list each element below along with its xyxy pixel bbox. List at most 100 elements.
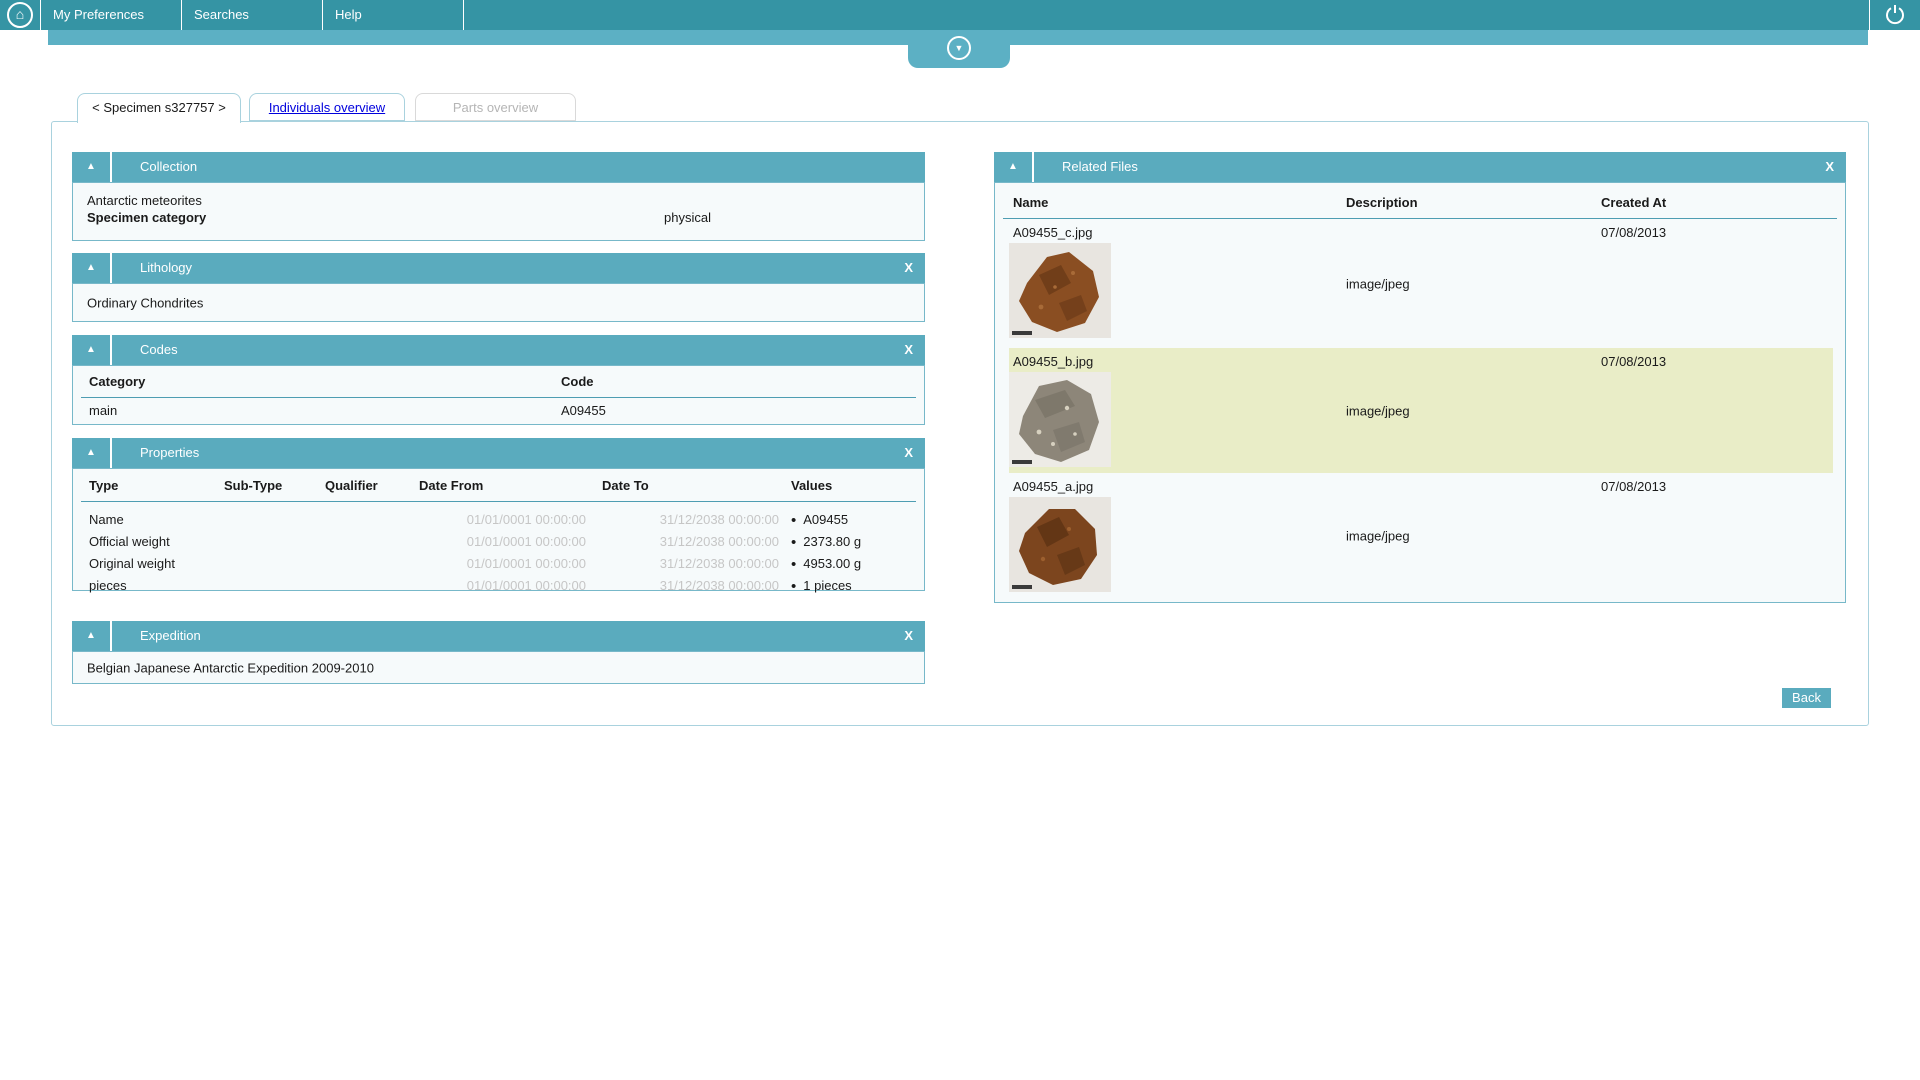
properties-column-subtype: Sub-Type [224, 478, 282, 493]
related-files-table-header: Name Description Created At [1009, 183, 1831, 219]
collection-name: Antarctic meteorites [87, 192, 924, 209]
collapse-properties-button[interactable]: ▲ [72, 438, 112, 468]
meteorite-photo-thumbnail[interactable] [1009, 497, 1111, 592]
properties-column-qualifier: Qualifier [325, 478, 378, 493]
property-type: Name [89, 509, 124, 531]
menu-collapse-tab[interactable]: ▼ [908, 30, 1010, 68]
property-date-to: 31/12/2038 00:00:00 [602, 553, 779, 575]
collapse-icon: ▲ [86, 447, 96, 458]
property-row: Original weight 01/01/0001 00:00:00 31/1… [73, 553, 924, 575]
properties-column-type: Type [89, 478, 118, 493]
related-file-row[interactable]: A09455_c.jpg 07/08/2013 image/jpeg [1009, 219, 1833, 348]
close-icon: X [904, 628, 913, 643]
specimen-category-value: physical [664, 209, 711, 226]
file-created-at: 07/08/2013 [1601, 479, 1666, 494]
lithology-panel-title: Lithology [140, 253, 192, 283]
bullet-icon: • [791, 578, 796, 595]
code-value: A09455 [561, 403, 606, 418]
property-date-to: 31/12/2038 00:00:00 [602, 509, 779, 531]
tab-specimen[interactable]: < Specimen s327757 > [77, 93, 241, 123]
close-icon: X [904, 445, 913, 460]
codes-panel-header: ▲ Codes X [72, 335, 925, 365]
tab-individuals-overview[interactable]: Individuals overview [249, 93, 405, 121]
collapse-codes-button[interactable]: ▲ [72, 335, 112, 365]
collapse-collection-button[interactable]: ▲ [72, 152, 112, 182]
property-row: Name 01/01/0001 00:00:00 31/12/2038 00:0… [73, 509, 924, 531]
bullet-icon: • [791, 512, 796, 529]
property-row: Official weight 01/01/0001 00:00:00 31/1… [73, 531, 924, 553]
file-name: A09455_c.jpg [1013, 225, 1093, 240]
expedition-panel-title: Expedition [140, 621, 201, 651]
file-description: image/jpeg [1346, 403, 1410, 418]
table-header-rule [81, 501, 916, 502]
tab-label: Individuals overview [269, 100, 385, 115]
column-description: Description [1346, 195, 1418, 210]
close-properties-button[interactable]: X [904, 438, 913, 468]
related-file-row[interactable]: A09455_a.jpg 07/08/2013 image/jpeg [1009, 473, 1833, 598]
menu-item-searches[interactable]: Searches [182, 0, 323, 30]
codes-column-category: Category [89, 374, 145, 389]
lithology-panel-header: ▲ Lithology X [72, 253, 925, 283]
property-date-from: 01/01/0001 00:00:00 [419, 575, 586, 597]
logout-power-button[interactable] [1869, 0, 1920, 30]
related-files-panel-body: Name Description Created At A09455_c.jpg… [994, 182, 1846, 603]
properties-panel-body: Type Sub-Type Qualifier Date From Date T… [72, 468, 925, 591]
navbar-menu: My Preferences Searches Help [40, 0, 464, 30]
meteorite-photo-thumbnail[interactable] [1009, 372, 1111, 467]
close-lithology-button[interactable]: X [904, 253, 913, 283]
expedition-panel-header: ▲ Expedition X [72, 621, 925, 651]
menu-item-help[interactable]: Help [323, 0, 464, 30]
property-row: pieces 01/01/0001 00:00:00 31/12/2038 00… [73, 575, 924, 597]
file-created-at: 07/08/2013 [1601, 225, 1666, 240]
related-files-panel-header: ▲ Related Files X [994, 152, 1846, 182]
property-type: pieces [89, 575, 127, 597]
collapse-related-files-button[interactable]: ▲ [994, 152, 1034, 182]
close-related-files-button[interactable]: X [1825, 152, 1834, 182]
collection-panel-title: Collection [140, 152, 197, 182]
collapse-expedition-button[interactable]: ▲ [72, 621, 112, 651]
menu-label: My Preferences [53, 7, 144, 22]
close-expedition-button[interactable]: X [904, 621, 913, 651]
expedition-value: Belgian Japanese Antarctic Expedition 20… [87, 660, 374, 675]
collapse-lithology-button[interactable]: ▲ [72, 253, 112, 283]
file-name: A09455_a.jpg [1013, 479, 1093, 494]
properties-panel-title: Properties [140, 438, 199, 468]
close-icon: X [904, 260, 913, 275]
back-button[interactable]: Back [1782, 688, 1831, 708]
close-icon: X [1825, 159, 1834, 174]
collection-panel-body: Antarctic meteorites Specimen category p… [72, 182, 925, 241]
property-value: •A09455 [791, 509, 848, 532]
power-icon [1884, 4, 1906, 26]
collapse-icon: ▲ [86, 161, 96, 172]
tab-label: < Specimen s327757 > [92, 100, 226, 115]
column-created-at: Created At [1601, 195, 1666, 210]
property-date-from: 01/01/0001 00:00:00 [419, 553, 586, 575]
property-value: •4953.00 g [791, 553, 861, 576]
property-type: Original weight [89, 553, 175, 575]
property-date-from: 01/01/0001 00:00:00 [419, 509, 586, 531]
close-codes-button[interactable]: X [904, 335, 913, 365]
menu-item-my-preferences[interactable]: My Preferences [41, 0, 182, 30]
collapse-icon: ▲ [1008, 161, 1018, 172]
codes-panel-title: Codes [140, 335, 178, 365]
lithology-value: Ordinary Chondrites [87, 295, 203, 310]
lithology-panel-body: Ordinary Chondrites [72, 283, 925, 322]
meteorite-photo-thumbnail[interactable] [1009, 243, 1111, 338]
bullet-icon: • [791, 556, 796, 573]
property-value: •2373.80 g [791, 531, 861, 554]
properties-column-date-to: Date To [602, 478, 649, 493]
bullet-icon: • [791, 534, 796, 551]
table-header-rule [81, 397, 916, 398]
collapse-icon: ▲ [86, 630, 96, 641]
code-category-value: main [89, 403, 117, 418]
related-file-row[interactable]: A09455_b.jpg 07/08/2013 image/jpeg [1009, 348, 1833, 473]
codes-column-code: Code [561, 374, 594, 389]
back-button-label: Back [1792, 690, 1821, 705]
chevron-down-icon: ▼ [947, 36, 971, 60]
properties-panel-header: ▲ Properties X [72, 438, 925, 468]
codes-panel-body: Category Code main A09455 [72, 365, 925, 425]
home-button[interactable]: ⌂ [0, 0, 40, 30]
specimen-category-label: Specimen category [87, 209, 924, 226]
tab-label: Parts overview [453, 100, 538, 115]
properties-column-values: Values [791, 478, 832, 493]
